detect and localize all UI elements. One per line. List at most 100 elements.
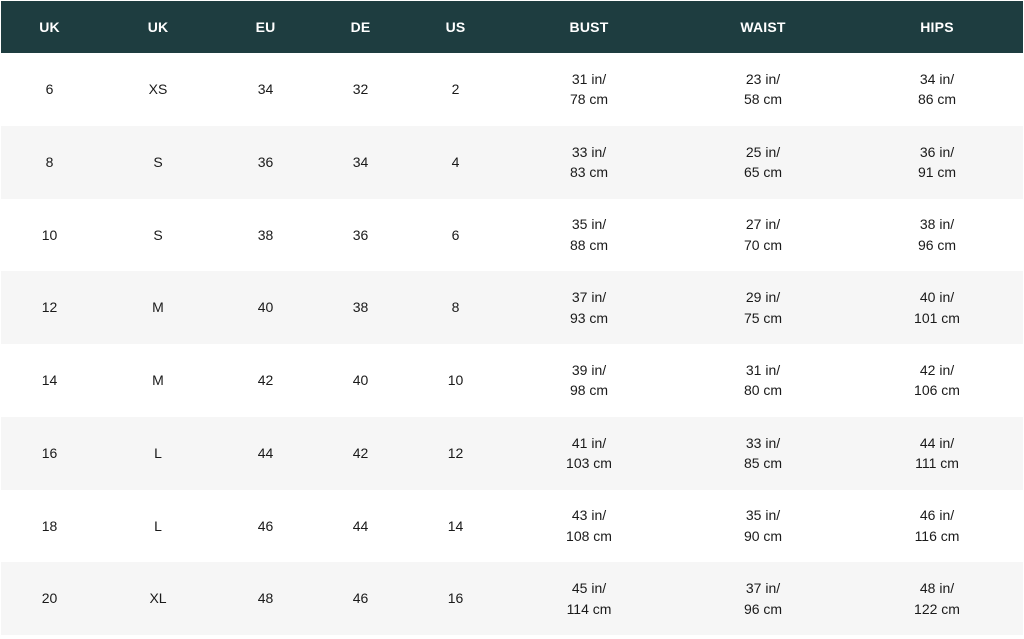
cell-hips: 40 in/101 cm <box>851 271 1023 344</box>
cell-bust: 39 in/98 cm <box>503 344 675 417</box>
cell-waist-centimeters: 75 cm <box>743 309 783 326</box>
cell-de: 36 <box>352 226 369 243</box>
header-bust: BUST <box>569 19 609 35</box>
cell-hips-inches: 38 in/ <box>919 216 955 233</box>
cell-uk-letter: M <box>152 299 164 316</box>
cell-bust-centimeters: 103 cm <box>566 455 612 472</box>
table-row: 14 M 42 40 10 39 in/98 cm 31 in/80 cm 42 in/106… <box>1 344 1023 417</box>
cell-bust-centimeters: 114 cm <box>566 600 612 617</box>
cell-hips: 46 in/116 cm <box>851 490 1023 563</box>
cell-hips: 34 in/86 cm <box>851 53 1023 126</box>
cell-uk-letter: L <box>154 517 162 534</box>
cell-de: 44 <box>352 517 369 534</box>
cell-uk-size: 18 <box>41 517 58 534</box>
cell-waist-inches: 35 in/ <box>745 507 781 524</box>
cell-hips-inches: 36 in/ <box>919 143 955 160</box>
cell-uk-letter: XS <box>148 81 168 98</box>
cell-bust-centimeters: 78 cm <box>569 91 609 108</box>
cell-bust-inches: 31 in/ <box>571 70 607 87</box>
cell-uk-letter: L <box>154 444 162 461</box>
cell-de: 38 <box>352 299 369 316</box>
cell-eu: 46 <box>257 517 274 534</box>
cell-bust-centimeters: 88 cm <box>569 236 609 253</box>
header-uk-letter: UK <box>147 19 169 35</box>
cell-eu: 38 <box>257 226 274 243</box>
cell-de: 34 <box>352 153 369 170</box>
cell-waist-inches: 25 in/ <box>745 143 781 160</box>
cell-de: 32 <box>352 81 369 98</box>
cell-bust: 43 in/108 cm <box>503 490 675 563</box>
cell-bust: 37 in/93 cm <box>503 271 675 344</box>
header-us: US <box>445 19 466 35</box>
cell-hips-inches: 34 in/ <box>919 70 955 87</box>
cell-de: 40 <box>352 372 369 389</box>
cell-waist-centimeters: 80 cm <box>743 382 783 399</box>
table-row: 18 L 46 44 14 43 in/108 cm 35 in/90 cm 46 in/11… <box>1 489 1023 563</box>
cell-bust: 45 in/114 cm <box>503 562 675 635</box>
cell-us: 8 <box>451 299 460 316</box>
cell-uk-size: 10 <box>41 226 58 243</box>
cell-us: 2 <box>451 81 460 98</box>
cell-waist-inches: 29 in/ <box>745 289 781 306</box>
cell-hips-centimeters: 91 cm <box>917 164 957 181</box>
cell-uk-letter: M <box>152 372 164 389</box>
cell-uk-letter: S <box>153 226 163 243</box>
cell-bust-centimeters: 108 cm <box>566 527 612 544</box>
table-row: 20 XL 48 46 16 45 in/114 cm 37 in/96 cm 48 in/1… <box>1 562 1023 635</box>
cell-bust-inches: 45 in/ <box>571 580 607 597</box>
cell-bust: 31 in/78 cm <box>503 53 675 126</box>
cell-hips-centimeters: 116 cm <box>914 527 960 544</box>
cell-bust-inches: 41 in/ <box>571 434 607 451</box>
cell-hips-centimeters: 111 cm <box>915 455 959 472</box>
cell-hips: 38 in/96 cm <box>851 199 1023 272</box>
table-row: 8 S 36 34 4 33 in/83 cm 25 in/65 cm 36 in/91 cm <box>1 125 1023 199</box>
cell-bust-inches: 35 in/ <box>571 216 607 233</box>
cell-waist-inches: 31 in/ <box>745 361 781 378</box>
cell-waist-inches: 37 in/ <box>745 580 781 597</box>
cell-waist-inches: 23 in/ <box>745 70 781 87</box>
cell-bust: 35 in/88 cm <box>503 199 675 272</box>
cell-hips-inches: 42 in/ <box>919 361 955 378</box>
cell-hips-inches: 44 in/ <box>919 434 955 451</box>
size-table: UK UK EU DE US BUST WAIST HIPS 6 XS 34 32 2 3… <box>1 1 1023 635</box>
cell-bust-inches: 33 in/ <box>571 143 607 160</box>
header-eu: EU <box>255 19 276 35</box>
cell-waist: 33 in/85 cm <box>675 417 851 490</box>
cell-hips-inches: 46 in/ <box>919 507 955 524</box>
cell-waist-inches: 27 in/ <box>745 216 781 233</box>
cell-us: 4 <box>451 153 460 170</box>
cell-waist: 29 in/75 cm <box>675 271 851 344</box>
cell-uk-size: 8 <box>45 153 54 170</box>
cell-uk-letter: S <box>153 153 163 170</box>
cell-hips-centimeters: 86 cm <box>917 91 957 108</box>
cell-hips-centimeters: 101 cm <box>914 309 960 326</box>
cell-uk-size: 14 <box>41 372 58 389</box>
cell-hips-inches: 40 in/ <box>919 289 955 306</box>
cell-bust-centimeters: 98 cm <box>569 382 609 399</box>
table-row: 12 M 40 38 8 37 in/93 cm 29 in/75 cm 40 in/101 … <box>1 271 1023 344</box>
table-row: 10 S 38 36 6 35 in/88 cm 27 in/70 cm 38 in/96 c… <box>1 198 1023 272</box>
cell-eu: 36 <box>257 153 274 170</box>
cell-de: 46 <box>352 590 369 607</box>
cell-bust-centimeters: 93 cm <box>569 309 609 326</box>
cell-waist: 35 in/90 cm <box>675 490 851 563</box>
header-de: DE <box>350 19 371 35</box>
cell-waist-centimeters: 90 cm <box>743 527 783 544</box>
cell-uk-size: 12 <box>41 299 58 316</box>
cell-de: 42 <box>352 444 369 461</box>
cell-uk-size: 20 <box>41 590 58 607</box>
cell-eu: 40 <box>257 299 274 316</box>
cell-uk-size: 16 <box>41 444 58 461</box>
header-waist: WAIST <box>740 19 786 35</box>
cell-waist: 27 in/70 cm <box>675 199 851 272</box>
cell-waist: 25 in/65 cm <box>675 126 851 199</box>
cell-hips-inches: 48 in/ <box>919 580 955 597</box>
cell-waist-inches: 33 in/ <box>745 434 781 451</box>
cell-us: 14 <box>447 517 464 534</box>
cell-hips-centimeters: 122 cm <box>914 600 960 617</box>
cell-bust-inches: 43 in/ <box>571 507 607 524</box>
cell-hips-centimeters: 106 cm <box>914 382 960 399</box>
cell-waist-centimeters: 65 cm <box>743 164 783 181</box>
cell-waist-centimeters: 85 cm <box>743 455 783 472</box>
size-chart: UK UK EU DE US BUST WAIST HIPS 6 XS 34 32 2 3… <box>1 1 1023 637</box>
